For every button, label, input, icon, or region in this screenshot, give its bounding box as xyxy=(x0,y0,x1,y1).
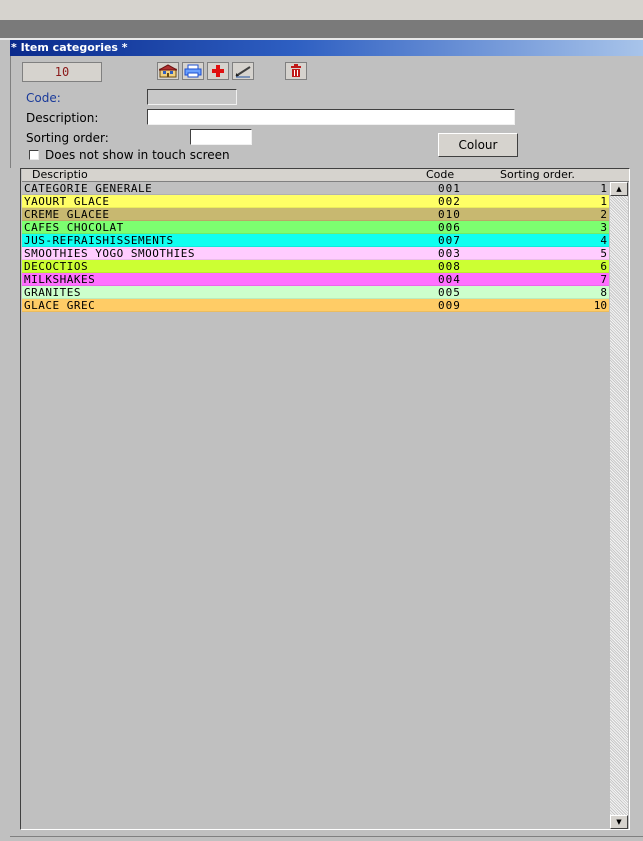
table-row[interactable]: SMOOTHIES YOGO SMOOTHIES 003 5 xyxy=(22,247,609,260)
grid-rows: CATEGORIE GENERALE 001 1 YAOURT GLACE 002 1 CR… xyxy=(22,182,609,312)
header-code[interactable]: Code xyxy=(426,169,454,181)
scroll-down-button[interactable]: ▼ xyxy=(610,815,628,829)
cell-description: GLACE GREC xyxy=(24,299,96,312)
cell-description: CATEGORIE GENERALE xyxy=(24,182,153,195)
cell-code: 001 xyxy=(438,182,461,195)
home-icon xyxy=(159,64,177,78)
print-icon xyxy=(184,64,202,78)
cell-description: GRANITES xyxy=(24,286,81,299)
window-top-bar xyxy=(0,20,643,38)
cell-code: 006 xyxy=(438,221,461,234)
cell-description: CAFES CHOCOLAT xyxy=(24,221,124,234)
cell-sorting-order: 4 xyxy=(600,234,607,247)
code-field[interactable] xyxy=(147,89,237,105)
colour-button[interactable]: Colour xyxy=(438,133,518,157)
cell-sorting-order: 10 xyxy=(593,299,607,312)
cell-sorting-order: 5 xyxy=(600,247,607,260)
edit-button[interactable] xyxy=(232,62,254,80)
cell-code: 003 xyxy=(438,247,461,260)
header-description[interactable]: Descriptio xyxy=(32,169,88,181)
table-row[interactable]: YAOURT GLACE 002 1 xyxy=(22,195,609,208)
vertical-scrollbar[interactable]: ▲ ▼ xyxy=(610,182,628,829)
table-row[interactable]: DECOCTIOS 008 6 xyxy=(22,260,609,273)
cell-code: 002 xyxy=(438,195,461,208)
top-strip xyxy=(0,0,643,20)
cell-code: 009 xyxy=(438,299,461,312)
delete-icon xyxy=(291,64,301,77)
table-row[interactable]: GRANITES 005 8 xyxy=(22,286,609,299)
cell-code: 007 xyxy=(438,234,461,247)
add-icon xyxy=(212,65,224,77)
description-label: Description: xyxy=(26,111,99,125)
cell-sorting-order: 2 xyxy=(600,208,607,221)
touch-screen-label: Does not show in touch screen xyxy=(45,148,230,162)
record-count: 10 xyxy=(22,62,102,82)
cell-description: CREME GLACEE xyxy=(24,208,110,221)
table-row[interactable]: CREME GLACEE 010 2 xyxy=(22,208,609,221)
cell-code: 010 xyxy=(438,208,461,221)
grid-header: Descriptio Code Sorting order. xyxy=(22,169,629,182)
sorting-order-label: Sorting order: xyxy=(26,131,109,145)
cell-sorting-order: 7 xyxy=(600,273,607,286)
home-button[interactable] xyxy=(157,62,179,80)
table-row[interactable]: CAFES CHOCOLAT 006 3 xyxy=(22,221,609,234)
cell-description: YAOURT GLACE xyxy=(24,195,110,208)
cell-description: MILKSHAKES xyxy=(24,273,96,286)
code-label: Code: xyxy=(26,91,61,105)
cell-description: DECOCTIOS xyxy=(24,260,89,273)
bottom-border xyxy=(10,836,643,837)
edit-icon xyxy=(235,66,251,78)
sorting-order-field[interactable] xyxy=(190,129,252,145)
cell-code: 008 xyxy=(438,260,461,273)
cell-sorting-order: 1 xyxy=(600,195,607,208)
touch-screen-checkbox[interactable] xyxy=(29,150,39,160)
cell-description: SMOOTHIES YOGO SMOOTHIES xyxy=(24,247,195,260)
cell-sorting-order: 1 xyxy=(600,182,607,195)
cell-code: 005 xyxy=(438,286,461,299)
cell-description: JUS-REFRAISHISSEMENTS xyxy=(24,234,174,247)
delete-button[interactable] xyxy=(285,62,307,80)
cell-sorting-order: 3 xyxy=(600,221,607,234)
add-button[interactable] xyxy=(207,62,229,80)
table-row[interactable]: JUS-REFRAISHISSEMENTS 007 4 xyxy=(22,234,609,247)
table-row[interactable]: CATEGORIE GENERALE 001 1 xyxy=(22,182,609,195)
scroll-up-button[interactable]: ▲ xyxy=(610,182,628,196)
window-title: * Item categories * xyxy=(10,40,643,56)
print-button[interactable] xyxy=(182,62,204,80)
header-sorting-order[interactable]: Sorting order. xyxy=(500,169,575,181)
table-row[interactable]: GLACE GREC 009 10 xyxy=(22,299,609,312)
cell-code: 004 xyxy=(438,273,461,286)
description-field[interactable] xyxy=(147,109,515,125)
cell-sorting-order: 6 xyxy=(600,260,607,273)
categories-grid: Descriptio Code Sorting order. CATEGORIE… xyxy=(20,168,630,830)
cell-sorting-order: 8 xyxy=(600,286,607,299)
table-row[interactable]: MILKSHAKES 004 7 xyxy=(22,273,609,286)
